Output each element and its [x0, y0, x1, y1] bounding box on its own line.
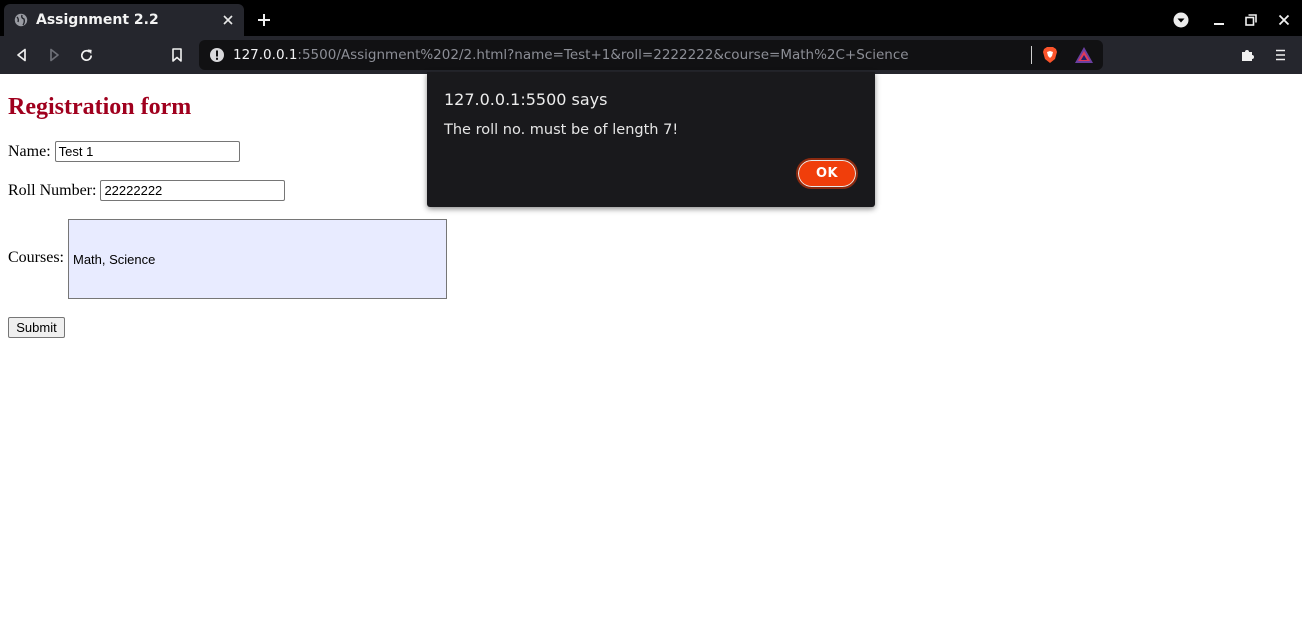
submit-button[interactable]: Submit	[8, 317, 65, 338]
restore-icon[interactable]	[1239, 8, 1263, 32]
close-window-icon[interactable]	[1272, 8, 1296, 32]
brave-shield-icon[interactable]	[1041, 46, 1059, 64]
extensions-icon[interactable]	[1235, 42, 1261, 68]
address-divider	[1031, 46, 1032, 64]
courses-textarea[interactable]: Math, Science	[68, 219, 447, 299]
bookmark-icon[interactable]	[164, 42, 190, 68]
name-input[interactable]: Test 1	[54, 141, 240, 162]
courses-label: Courses:	[8, 249, 64, 266]
url-path: :5500/Assignment%202/2.html?name=Test+1&…	[297, 47, 909, 63]
plus-icon[interactable]	[252, 8, 276, 32]
alert-message: The roll no. must be of length 7!	[444, 122, 679, 138]
url-text: 127.0.0.1:5500/Assignment%202/2.html?nam…	[233, 47, 909, 63]
back-icon[interactable]	[9, 42, 35, 68]
reload-icon[interactable]	[73, 42, 99, 68]
name-label: Name:	[8, 142, 51, 160]
minimize-icon[interactable]	[1207, 8, 1231, 32]
globe-icon	[14, 13, 28, 27]
browser-toolbar: 127.0.0.1:5500/Assignment%202/2.html?nam…	[0, 36, 1302, 74]
roll-number-label: Roll Number:	[8, 181, 97, 199]
page-title: Registration form	[8, 94, 192, 120]
tab-title: Assignment 2.2	[36, 12, 159, 28]
profile-dropdown-icon[interactable]	[1169, 8, 1193, 32]
close-icon[interactable]	[216, 8, 240, 32]
info-icon[interactable]	[209, 47, 225, 63]
alert-title: 127.0.0.1:5500 says	[444, 90, 608, 109]
roll-number-input[interactable]: 22222222	[100, 180, 286, 201]
name-row: Name: Test 1	[8, 141, 240, 162]
tab-bar: Assignment 2.2	[0, 0, 1302, 38]
forward-icon[interactable]	[41, 42, 67, 68]
browser-tab[interactable]: Assignment 2.2	[4, 4, 244, 36]
alert-dialog: 127.0.0.1:5500 says The roll no. must be…	[427, 72, 875, 207]
ok-button[interactable]: OK	[796, 158, 858, 189]
menu-icon[interactable]	[1267, 42, 1293, 68]
url-host: 127.0.0.1	[233, 47, 298, 63]
brave-rewards-icon[interactable]	[1074, 46, 1094, 64]
roll-row: Roll Number: 22222222	[8, 180, 286, 201]
address-bar[interactable]: 127.0.0.1:5500/Assignment%202/2.html?nam…	[199, 40, 1103, 70]
